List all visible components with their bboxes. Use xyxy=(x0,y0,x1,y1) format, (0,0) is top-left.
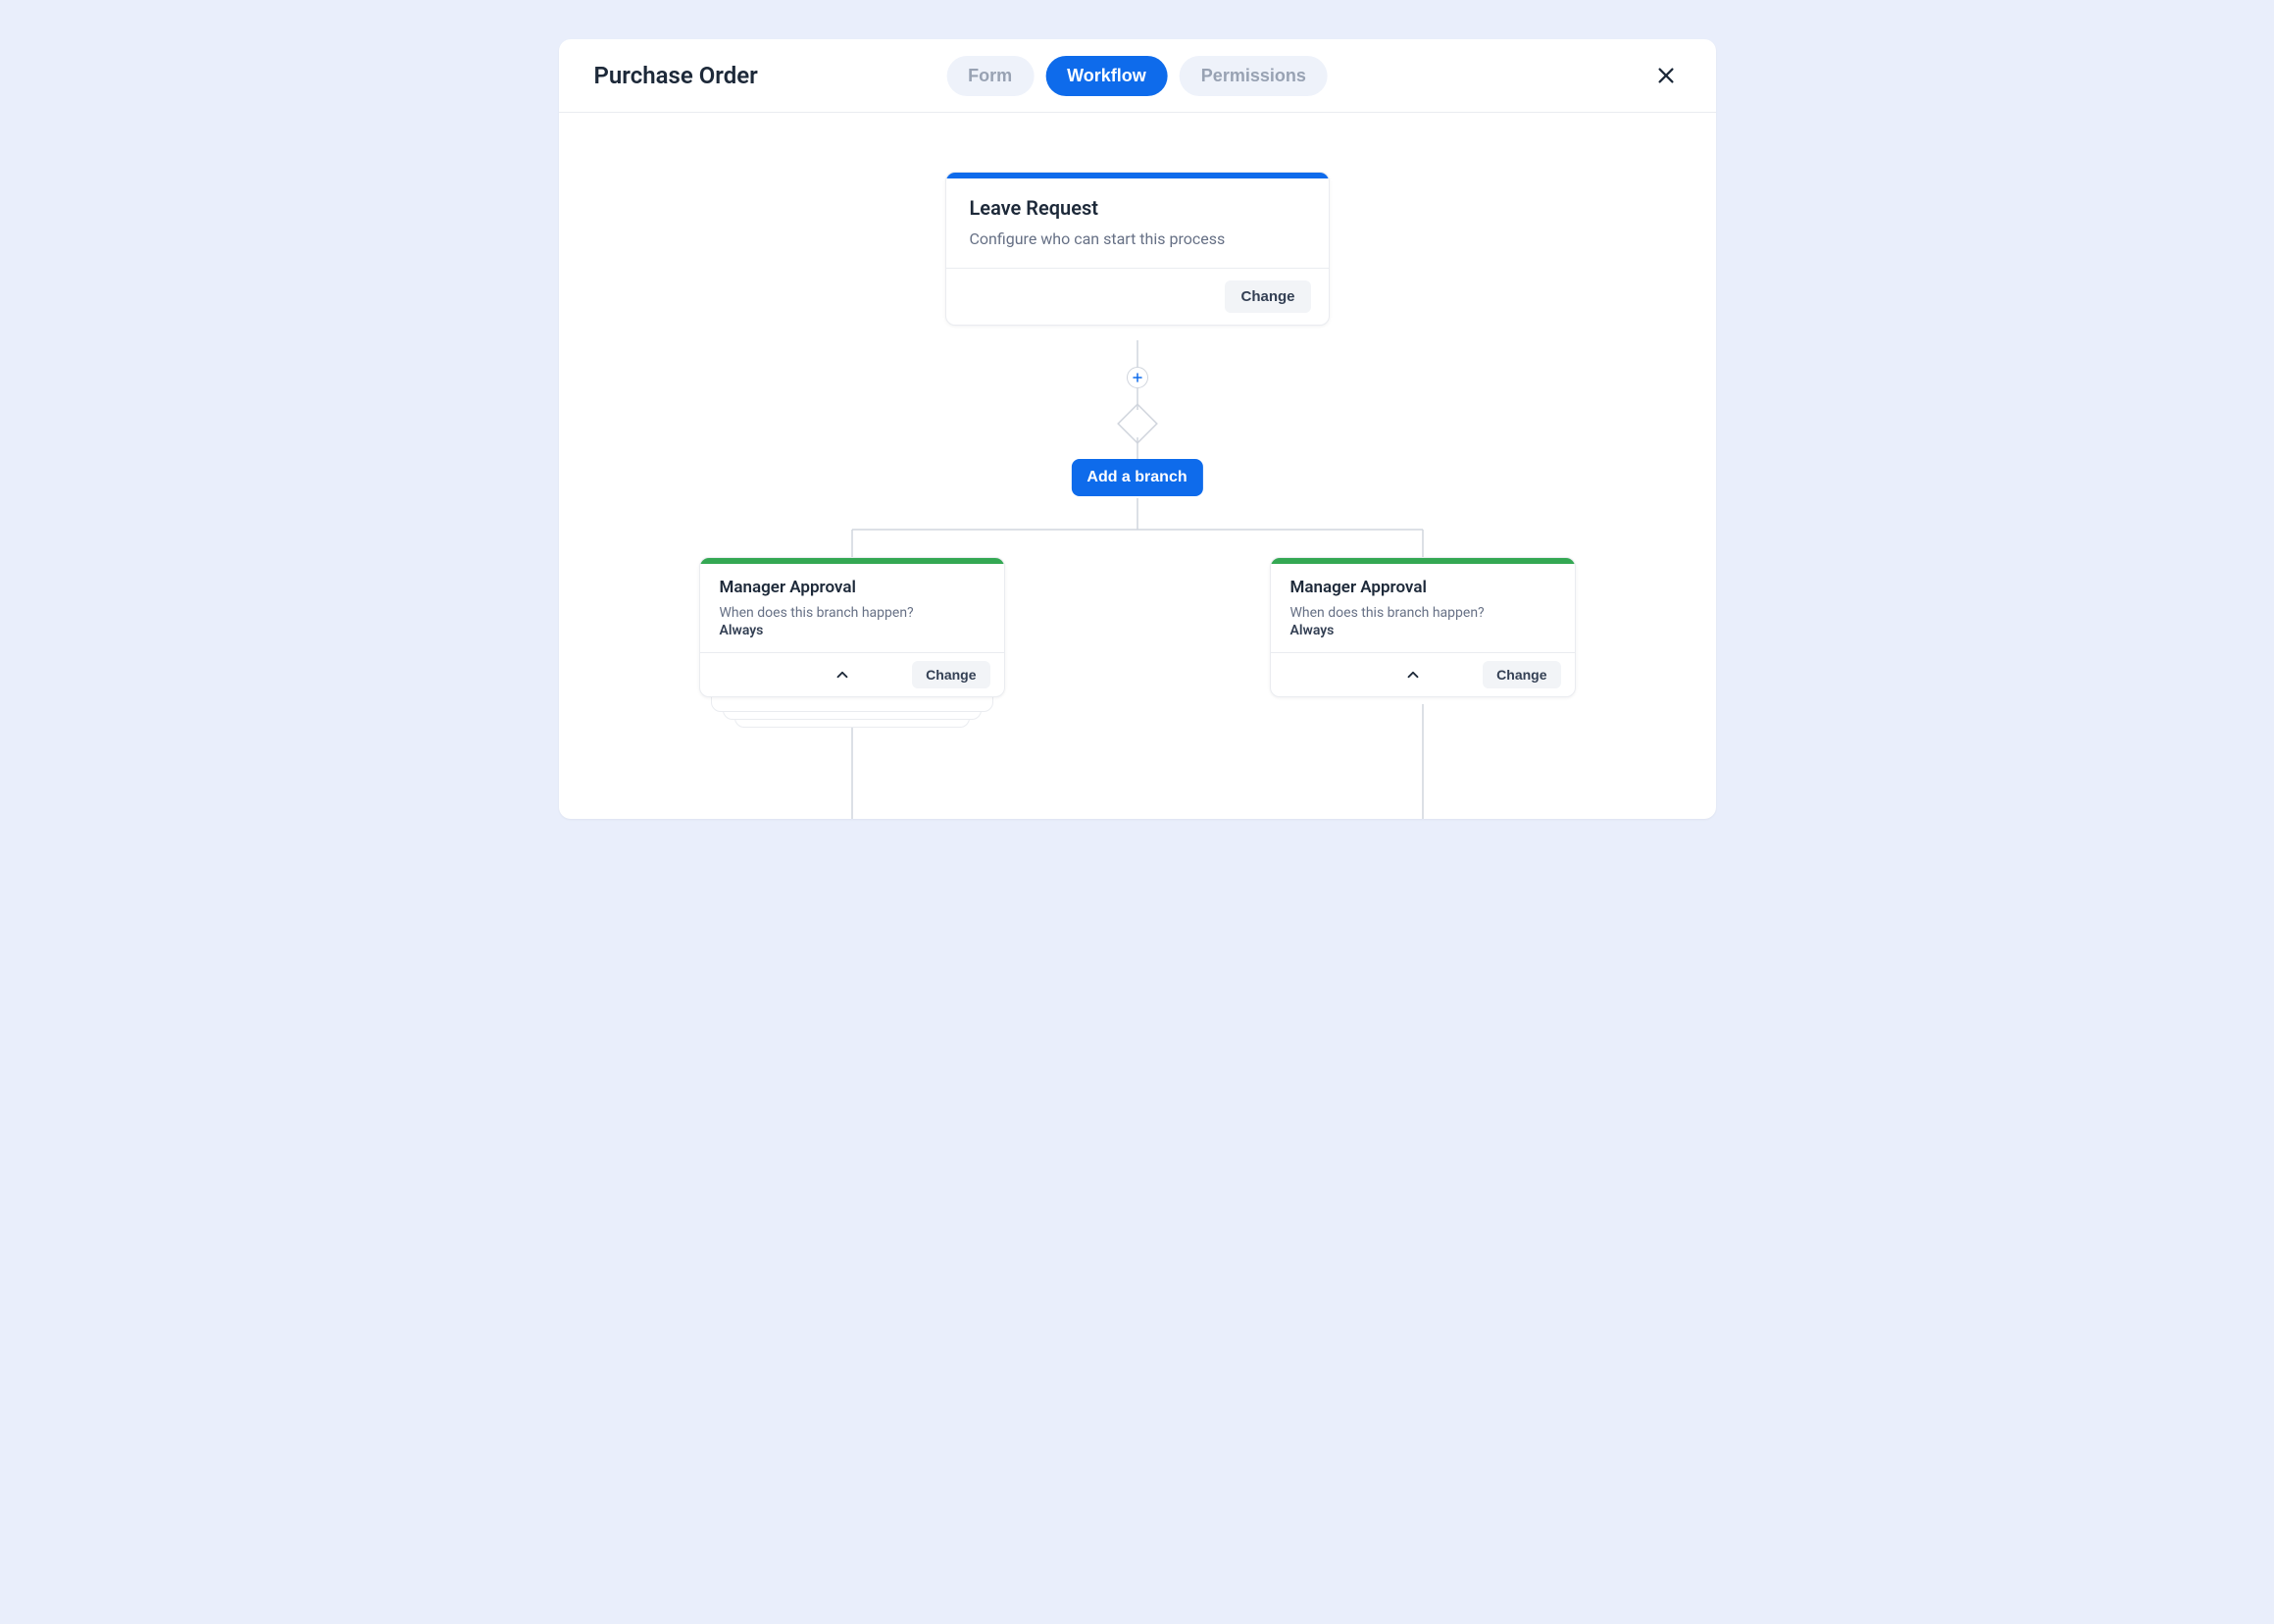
close-icon xyxy=(1655,65,1677,86)
tab-group: Form Workflow Permissions xyxy=(946,56,1328,96)
page-title: Purchase Order xyxy=(594,62,758,89)
node-footer: Change xyxy=(946,268,1329,325)
node-footer: Change xyxy=(1271,652,1575,696)
branch-left-collapse-button[interactable] xyxy=(830,662,855,687)
tab-permissions[interactable]: Permissions xyxy=(1180,56,1328,96)
tab-workflow[interactable]: Workflow xyxy=(1045,56,1168,96)
branch-right-change-button[interactable]: Change xyxy=(1483,661,1560,688)
root-change-button[interactable]: Change xyxy=(1225,280,1310,313)
branch-right-title: Manager Approval xyxy=(1290,578,1555,597)
branch-right-collapse-button[interactable] xyxy=(1400,662,1426,687)
add-branch-button[interactable]: Add a branch xyxy=(1071,459,1202,496)
branch-left-answer: Always xyxy=(720,623,985,638)
branch-node-left[interactable]: Manager Approval When does this branch h… xyxy=(699,557,1005,697)
plus-icon xyxy=(1132,372,1143,383)
workflow-root-node[interactable]: Leave Request Configure who can start th… xyxy=(945,172,1330,326)
chevron-up-icon xyxy=(834,666,851,684)
node-footer: Change xyxy=(700,652,1004,696)
chevron-up-icon xyxy=(1404,666,1422,684)
tab-form[interactable]: Form xyxy=(946,56,1034,96)
root-node-title: Leave Request xyxy=(970,196,1305,220)
branch-right-question: When does this branch happen? xyxy=(1290,605,1555,621)
node-body: Manager Approval When does this branch h… xyxy=(700,564,1004,652)
header-bar: Purchase Order Form Workflow Permissions xyxy=(559,39,1716,113)
workflow-canvas: Leave Request Configure who can start th… xyxy=(559,113,1716,819)
branch-left-question: When does this branch happen? xyxy=(720,605,985,621)
close-button[interactable] xyxy=(1651,61,1681,90)
app-window: Purchase Order Form Workflow Permissions xyxy=(559,39,1716,819)
canvas-inner: Leave Request Configure who can start th… xyxy=(598,172,1677,819)
branch-left-change-button[interactable]: Change xyxy=(912,661,989,688)
branch-node-right[interactable]: Manager Approval When does this branch h… xyxy=(1270,557,1576,697)
root-node-description: Configure who can start this process xyxy=(970,229,1305,248)
add-step-button[interactable] xyxy=(1127,367,1148,388)
node-body: Manager Approval When does this branch h… xyxy=(1271,564,1575,652)
branch-right-answer: Always xyxy=(1290,623,1555,638)
node-body: Leave Request Configure who can start th… xyxy=(946,178,1329,268)
branch-left-title: Manager Approval xyxy=(720,578,985,597)
